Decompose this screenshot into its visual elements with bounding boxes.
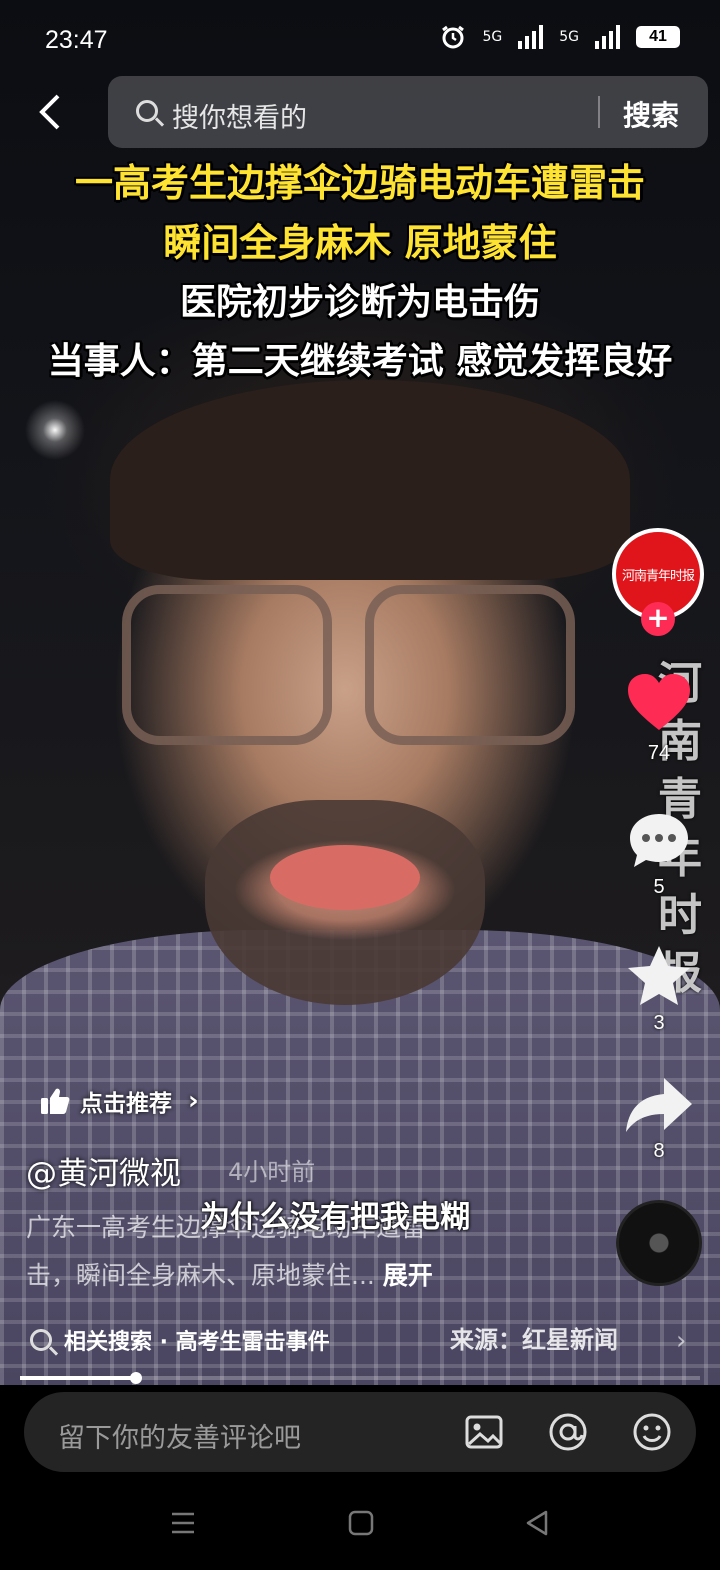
- post-time: 4小时前: [228, 1158, 316, 1186]
- battery-icon: 41: [636, 26, 680, 48]
- status-icons: 5G 5G 41: [440, 24, 680, 50]
- headline-line-2: 瞬间全身麻木 原地蒙住: [163, 221, 557, 265]
- expand-button[interactable]: 展开: [383, 1261, 433, 1290]
- video-hair: [110, 380, 630, 580]
- video-glasses-right: [365, 585, 575, 745]
- search-divider: [598, 96, 600, 128]
- menu-nav-icon[interactable]: [168, 1508, 198, 1538]
- search-icon: [136, 100, 158, 122]
- system-nav-bar: [0, 1480, 720, 1570]
- related-search-label: 相关搜索 · 高考生雷击事件: [64, 1330, 330, 1355]
- status-bar: 23:47 5G 5G 41: [0, 0, 720, 80]
- search-button[interactable]: 搜索: [623, 94, 679, 134]
- headline-line-1: 一高考生边撑伞边骑电动车遭雷击: [74, 161, 645, 205]
- back-arrow-icon: [39, 94, 60, 130]
- thumbs-up-icon: [41, 1088, 70, 1114]
- recommend-button[interactable]: 点击推荐 ›: [40, 1084, 199, 1118]
- source-label: 来源：红星新闻: [450, 1326, 618, 1354]
- signal-icon-1: [518, 25, 544, 49]
- recommend-label: 点击推荐: [80, 1091, 172, 1117]
- video-progress-bar[interactable]: [20, 1372, 700, 1384]
- image-icon[interactable]: [464, 1412, 504, 1452]
- video-glasses-left: [122, 585, 332, 745]
- search-input[interactable]: 搜你想看的: [172, 96, 307, 135]
- related-search-icon: [30, 1329, 52, 1351]
- status-time: 23:47: [45, 26, 108, 54]
- music-disc-icon[interactable]: [616, 1200, 702, 1286]
- comment-icon[interactable]: [626, 810, 692, 870]
- share-count: 8: [653, 1140, 665, 1162]
- follow-button[interactable]: +: [641, 602, 675, 636]
- headline-line-4: 当事人：第二天继续考试 感觉发挥良好: [47, 341, 673, 382]
- share-arrow-icon[interactable]: [624, 1076, 694, 1134]
- chevron-right-icon: ›: [188, 1086, 199, 1116]
- comment-count: 5: [653, 876, 665, 898]
- comment-bar[interactable]: 留下你的友善评论吧: [24, 1392, 696, 1472]
- related-search[interactable]: 相关搜索 · 高考生雷击事件: [30, 1324, 330, 1356]
- favorite-count: 3: [653, 1012, 665, 1034]
- favorite-star-icon[interactable]: [626, 944, 692, 1008]
- search-bar[interactable]: 搜你想看的 搜索: [108, 76, 708, 148]
- chevron-right-icon[interactable]: ›: [676, 1326, 686, 1356]
- headline-line-3: 医院初步诊断为电击伤: [179, 282, 540, 323]
- description-line-2: 击，瞬间全身麻木、原地蒙住...: [26, 1261, 375, 1290]
- like-heart-icon[interactable]: [626, 672, 692, 734]
- back-nav-icon[interactable]: [522, 1508, 552, 1538]
- mention-at-icon[interactable]: [548, 1412, 588, 1452]
- network-label-2: 5G: [559, 29, 579, 45]
- network-label-1: 5G: [482, 29, 503, 45]
- signal-icon-2: [595, 25, 620, 49]
- alarm-icon: [442, 25, 465, 49]
- avatar-label: 河南青年时报: [621, 568, 695, 584]
- home-nav-icon[interactable]: [346, 1508, 376, 1538]
- emoji-icon[interactable]: [632, 1412, 672, 1452]
- progress-fill: [20, 1376, 136, 1380]
- video-lips: [270, 845, 420, 910]
- comment-input[interactable]: 留下你的友善评论吧: [58, 1416, 301, 1455]
- progress-thumb[interactable]: [129, 1372, 142, 1384]
- author-name[interactable]: @黄河微视: [26, 1148, 181, 1193]
- video-subtitle: 为什么没有把我电糊: [200, 1200, 470, 1235]
- back-button[interactable]: [34, 92, 74, 132]
- like-count: 74: [647, 742, 671, 764]
